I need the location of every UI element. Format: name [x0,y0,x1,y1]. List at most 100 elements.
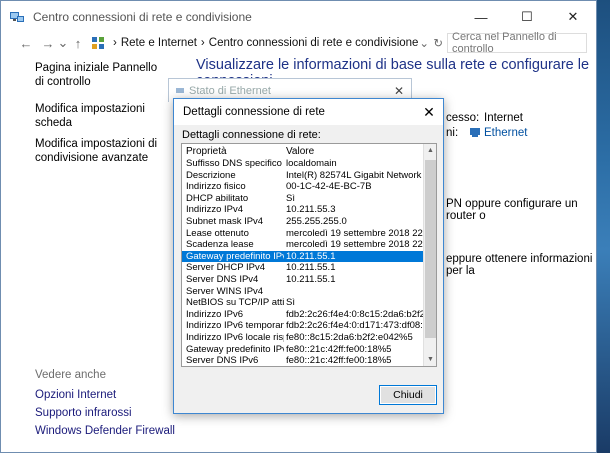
row-value: 00-1C-42-4E-BC-7B [286,181,372,193]
table-row[interactable]: Server DNS IPv6 fe80::21c:42ff:fe00:18%5 [182,355,436,367]
breadcrumb-separator: › [200,37,205,49]
row-property: Server DNS IPv4 [186,273,259,285]
link-change-adapter-settings[interactable]: Modifica impostazioni scheda [35,102,165,130]
link-infrared[interactable]: Supporto infrarossi [35,407,175,425]
row-value: 10.211.55.1 [286,273,336,285]
table-row[interactable]: Scadenza lease mercoledì 19 settembre 201… [182,239,436,251]
refresh-icon[interactable]: ↻ [433,36,443,50]
listview-header: Proprietà Valore [182,144,436,158]
table-row[interactable]: NetBIOS su TCP/IP attivatoSì [182,297,436,309]
link-advanced-sharing-settings[interactable]: Modifica impostazioni di condivisione av… [35,137,165,165]
vertical-scrollbar[interactable]: ▲ ▼ [423,144,436,366]
table-row[interactable]: Indirizzo IPv6 fdb2:2c26:f4e4:0:8c15:2da6… [182,309,436,321]
details-listview[interactable]: Proprietà Valore Suffisso DNS specifico … [181,143,437,367]
window-title: Centro connessioni di rete e condivision… [33,10,252,24]
row-property: Indirizzo IPv6 locale risp... [186,331,284,343]
table-row[interactable]: DHCP abilitato Sì [182,193,436,205]
table-row[interactable]: Lease ottenuto mercoledì 19 settembre 201… [182,228,436,240]
table-row[interactable]: Subnet mask IPv4 255.255.255.0 [182,216,436,228]
close-dialog-button[interactable]: Chiudi [379,385,437,405]
forward-button[interactable]: → [39,34,57,52]
table-row[interactable]: Indirizzo IPv6 locale risp...fe80::8c15:… [182,332,436,344]
row-value: Sì [286,192,295,204]
details-titlebar[interactable]: Dettagli connessione di rete ✕ [174,99,443,125]
row-property: Subnet mask IPv4 [186,215,264,227]
row-property: NetBIOS su TCP/IP attivato [186,297,284,309]
row-value: fe80::21c:42ff:fe00:18%5 [286,355,392,367]
see-also-list: Opzioni Internet Supporto infrarossi Win… [35,389,175,443]
row-property: Indirizzo IPv6 temporaneo [186,320,284,332]
row-value: fe80::8c15:2da6:b2f2:e042%5 [286,331,413,343]
table-row[interactable]: Gateway predefinito IPv6 fe80::21c:42ff:f… [182,344,436,356]
access-type-label: cesso: [446,112,480,124]
see-also-title: Vedere anche [35,369,106,381]
scroll-thumb[interactable] [425,160,436,338]
row-value: fdb2:2c26:f4e4:0:d171:473:df08:f983 [286,320,424,332]
table-row[interactable]: Indirizzo IPv6 temporaneofdb2:2c26:f4e4:… [182,320,436,332]
row-property: DHCP abilitato [186,192,249,204]
row-property: Server DNS IPv6 [186,355,259,367]
row-property: Gateway predefinito IPv6 [186,343,284,355]
ethernet-link[interactable]: Ethernet [484,127,527,139]
scroll-down-icon[interactable]: ▼ [424,353,436,366]
row-value: Sì [286,297,295,309]
row-value [284,286,424,298]
search-input[interactable]: Cerca nel Pannello di controllo [447,31,587,55]
access-type-value: Internet [484,112,523,124]
row-value: 10.211.55.1 [286,250,336,262]
row-property: Indirizzo IPv6 [186,308,244,320]
table-row[interactable]: Suffisso DNS specifico d...localdomain [182,158,436,170]
network-icon [10,12,24,22]
table-row[interactable]: Descrizione Intel(R) 82574L Gigabit Netwo… [182,170,436,182]
table-row[interactable]: Gateway predefinito IPv4 10.211.55.1 [182,250,436,263]
breadcrumb-separator: › [113,37,117,49]
minimize-button[interactable]: — [458,1,504,33]
table-row[interactable]: Server DHCP IPv4 10.211.55.1 [182,262,436,274]
row-value: mercoledì 19 settembre 2018 22:46:28 [286,239,424,251]
ethernet-status-title: Stato di Ethernet [189,84,271,97]
details-title: Dettagli connessione di rete [183,106,325,118]
table-row[interactable]: Server DNS IPv4 10.211.55.1 [182,274,436,286]
row-property: Gateway predefinito IPv4 [186,250,284,262]
vpn-setup-text: PN oppure configurare un router o [446,198,578,222]
desktop-background [596,0,610,453]
details-close-icon[interactable]: ✕ [415,99,443,125]
left-panel: Pagina iniziale Pannello di controllo Mo… [35,61,165,173]
row-value: 10.211.55.3 [286,204,336,216]
link-home-control-panel[interactable]: Pagina iniziale Pannello di controllo [35,61,165,89]
link-windows-firewall[interactable]: Windows Defender Firewall [35,425,175,443]
row-value: 10.211.55.1 [286,262,336,274]
column-header-property[interactable]: Proprietà [182,146,284,157]
column-header-value[interactable]: Valore [284,146,424,157]
row-value: Intel(R) 82574L Gigabit Network Conn [286,169,424,181]
row-property: Suffisso DNS specifico d... [186,158,284,169]
address-dropdown-icon[interactable]: ⌄ [419,36,429,50]
ethernet-status-close-icon[interactable]: ✕ [387,84,411,98]
back-button[interactable]: ← [17,34,35,52]
row-property: Indirizzo IPv4 [186,204,244,216]
network-icon [176,87,184,93]
row-property: Lease ottenuto [186,227,249,239]
maximize-button[interactable]: ☐ [504,1,550,33]
breadcrumb-centro-connessioni[interactable]: Centro connessioni di rete e condivision… [209,37,419,49]
row-property: Server DHCP IPv4 [186,262,266,274]
address-box[interactable]: › Rete e Internet › Centro connessioni d… [91,33,443,53]
row-value: localdomain [286,158,337,169]
breadcrumb-rete-internet[interactable]: Rete e Internet [121,37,197,49]
window-titlebar[interactable]: Centro connessioni di rete e condivision… [1,1,596,33]
row-property: Scadenza lease [186,239,254,251]
close-button[interactable]: ✕ [550,1,596,33]
details-subtitle: Dettagli connessione di rete: [182,129,321,141]
listview-rows: Suffisso DNS specifico d...localdomainDe… [182,158,436,367]
table-row[interactable]: Indirizzo fisico 00-1C-42-4E-BC-7B [182,181,436,193]
up-button[interactable]: ↑ [69,34,87,52]
row-property: Descrizione [186,169,236,181]
row-value: 255.255.255.0 [286,215,347,227]
table-row[interactable]: Server WINS IPv4 [182,286,436,298]
troubleshoot-text: eppure ottenere informazioni per la [446,253,593,277]
recent-locations-icon[interactable]: ⌄ [57,34,69,52]
table-row[interactable]: Indirizzo IPv4 10.211.55.3 [182,204,436,216]
link-internet-options[interactable]: Opzioni Internet [35,389,175,407]
scroll-up-icon[interactable]: ▲ [424,144,436,157]
address-bar: ← → ⌄ ↑ › Rete e Internet › Centro conne… [1,31,596,55]
